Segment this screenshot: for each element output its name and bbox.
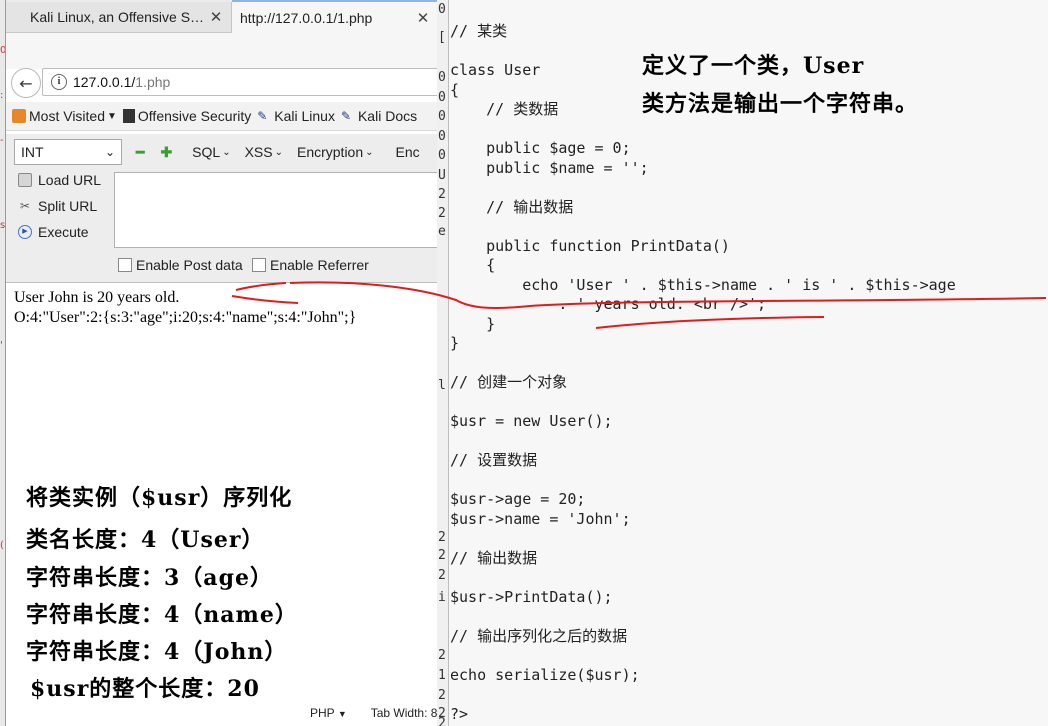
gutter-char: 0 — [438, 70, 446, 85]
close-icon[interactable]: ✕ — [414, 9, 432, 27]
gutter-char: e — [438, 224, 446, 239]
play-icon: ▶ — [18, 225, 32, 239]
language-selector[interactable]: PHP ▼ — [310, 706, 347, 720]
tab-title: http://127.0.0.1/1.php — [240, 10, 373, 26]
url-path: 1.php — [135, 74, 171, 90]
bookmarks-toolbar: Most Visited ▼ Offensive Security ✎ Kali … — [6, 102, 438, 131]
chevron-down-icon: ⌄ — [222, 146, 231, 158]
gutter-char: 2 — [438, 530, 446, 545]
editor-gutter: 0[0 0 0 0 0 U 2 2 e l 2 2 2 i 2 1 2 2 2 — [437, 0, 449, 726]
gutter-char: 0 — [438, 109, 446, 124]
checkbox-label: Enable Post data — [136, 257, 243, 273]
bookmark-kali-docs[interactable]: ✎ Kali Docs — [341, 108, 417, 124]
tab-width-selector[interactable]: Tab Width: 8 — [371, 706, 438, 720]
encoding-menu[interactable]: Enc — [396, 144, 420, 160]
page-output: User John is 20 years old. O:4:"User":2:… — [14, 288, 356, 328]
chevron-down-icon: ⌄ — [274, 146, 283, 158]
status-bar: PHP ▼ Tab Width: 8 — [300, 700, 1040, 726]
annotation-serialize: 将类实例（$usr）序列化 — [26, 485, 293, 511]
checkbox-box[interactable] — [252, 258, 266, 272]
tab-kali-linux[interactable]: Kali Linux, an Offensive S… ✕ — [6, 2, 232, 32]
minus-button[interactable]: ━ — [136, 144, 144, 161]
close-icon[interactable]: ✕ — [207, 8, 225, 26]
annotation-name-length: 字符串长度：4（name） — [26, 602, 298, 628]
enable-referrer-checkbox[interactable]: Enable Referrer — [252, 257, 369, 273]
gutter-char: 0 — [438, 90, 446, 105]
bookmark-label: Kali Linux — [274, 108, 335, 124]
offsec-icon — [122, 109, 135, 123]
annotation-john-length: 字符串长度：4（John） — [26, 639, 288, 665]
enable-post-data-checkbox[interactable]: Enable Post data — [118, 257, 243, 273]
bookmark-label: Offensive Security — [137, 108, 252, 124]
gutter-char: 0 — [438, 148, 446, 163]
gutter-char: 0 — [438, 129, 446, 144]
code-content[interactable]: // 某类 class User { // 类数据 public $age = … — [450, 22, 956, 724]
url-textarea[interactable] — [114, 172, 438, 248]
button-label: Split URL — [38, 198, 98, 214]
gutter-char: 2 — [438, 568, 446, 583]
gutter-char: 2 — [438, 648, 446, 663]
button-label: Execute — [38, 224, 89, 240]
xss-menu[interactable]: XSS ⌄ — [245, 144, 283, 160]
encryption-menu[interactable]: Encryption ⌄ — [297, 144, 374, 160]
tab-title: Kali Linux, an Offensive S… — [30, 9, 205, 25]
gutter-char: U — [438, 168, 446, 183]
annotation-total-length: $usr的整个长度：20 — [30, 676, 260, 702]
output-line-printdata: User John is 20 years old. — [14, 289, 180, 306]
output-line-serialized: O:4:"User":2:{s:3:"age";i:20;s:4:"name";… — [14, 309, 357, 326]
gutter-char: 2 — [438, 548, 446, 563]
gutter-char: 1 — [438, 668, 446, 683]
folder-icon — [12, 109, 26, 123]
toolbar-background — [6, 33, 438, 69]
sql-menu[interactable]: SQL ⌄ — [192, 144, 230, 160]
load-url-icon — [18, 173, 32, 187]
bookmark-kali-linux[interactable]: ✎ Kali Linux — [257, 108, 335, 124]
tab-bar: Kali Linux, an Offensive S… ✕ http://127… — [6, 0, 438, 34]
load-url-button[interactable]: Load URL — [18, 172, 101, 188]
info-icon[interactable]: i — [51, 74, 67, 90]
gutter-char: i — [438, 590, 446, 605]
button-label: Load URL — [38, 172, 102, 188]
back-button[interactable]: ← — [11, 68, 41, 98]
gutter-char: 2 — [438, 187, 446, 202]
checkbox-box[interactable] — [118, 258, 132, 272]
select-value: INT — [21, 144, 44, 160]
back-arrow-icon: ← — [19, 73, 33, 93]
gutter-char: l — [438, 378, 446, 393]
hackbar-toolbar: INT ⌄ ━ ✚ SQL ⌄ XSS ⌄ Encryption ⌄ Enc — [6, 134, 438, 170]
gutter-char: 0 — [438, 2, 446, 17]
bookmark-most-visited[interactable]: Most Visited ▼ — [12, 108, 117, 124]
annotation-class-definition: 定义了一个类，User — [642, 53, 865, 79]
checkbox-label: Enable Referrer — [270, 257, 369, 273]
kali-dragon-icon: ✎ — [257, 109, 268, 123]
bookmark-offensive-security[interactable]: Offensive Security — [122, 108, 252, 124]
tab-1-php[interactable]: http://127.0.0.1/1.php ✕ — [232, 0, 438, 34]
annotation-method-output: 类方法是输出一个字符串。 — [642, 91, 919, 117]
url-bar[interactable]: i 127.0.0.1/1.php — [42, 68, 438, 96]
annotation-class-name-length: 类名长度：4（User） — [26, 527, 265, 553]
url-host: 127.0.0.1/ — [73, 74, 136, 90]
split-url-button[interactable]: ✂ Split URL — [18, 198, 97, 214]
bookmark-label: Kali Docs — [357, 108, 418, 124]
chevron-down-icon: ⌄ — [365, 146, 374, 158]
execute-button[interactable]: ▶ Execute — [18, 224, 89, 240]
hackbar-panel: Load URL ✂ Split URL ▶ Execute Enable Po… — [6, 170, 438, 283]
chevron-down-icon: ▼ — [337, 709, 347, 719]
scissors-icon: ✂ — [19, 199, 31, 213]
kali-dragon-icon: ✎ — [340, 109, 352, 123]
gutter-char: [ — [438, 30, 446, 45]
int-select[interactable]: INT ⌄ — [14, 139, 122, 165]
chevron-down-icon: ⌄ — [104, 145, 115, 159]
plus-button[interactable]: ✚ — [160, 144, 172, 161]
annotation-age-length: 字符串长度：3（age） — [26, 565, 273, 591]
chevron-down-icon: ▼ — [107, 110, 117, 122]
bookmark-label: Most Visited — [29, 108, 105, 124]
gutter-char: 2 — [438, 206, 446, 221]
